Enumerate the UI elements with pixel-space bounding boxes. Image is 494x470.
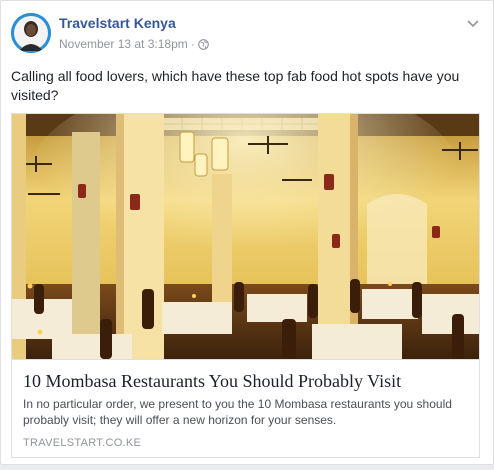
avatar-image xyxy=(11,13,51,53)
post-timestamp[interactable]: November 13 at 3:18pm xyxy=(59,37,188,51)
globe-icon[interactable] xyxy=(197,39,209,53)
link-preview-text[interactable]: 10 Mombasa Restaurants You Should Probab… xyxy=(12,359,479,457)
chevron-down-icon[interactable] xyxy=(465,15,481,31)
link-preview-image[interactable] xyxy=(12,114,479,359)
link-preview-description: In no particular order, we present to yo… xyxy=(23,397,452,427)
meta-separator: · xyxy=(190,37,195,51)
link-preview[interactable]: 10 Mombasa Restaurants You Should Probab… xyxy=(11,113,480,458)
link-preview-title[interactable]: 10 Mombasa Restaurants You Should Probab… xyxy=(23,370,467,392)
author-name[interactable]: Travelstart Kenya xyxy=(59,15,176,31)
post-status-text: Calling all food lovers, which have thes… xyxy=(11,68,460,103)
link-preview-domain: TRAVELSTART.CO.KE xyxy=(23,437,142,449)
post-card: Travelstart Kenya November 13 at 3:18pm ·… xyxy=(0,0,494,465)
post-meta: November 13 at 3:18pm · xyxy=(59,37,209,53)
avatar[interactable] xyxy=(11,13,51,53)
post-header: Travelstart Kenya November 13 at 3:18pm · xyxy=(11,13,483,57)
